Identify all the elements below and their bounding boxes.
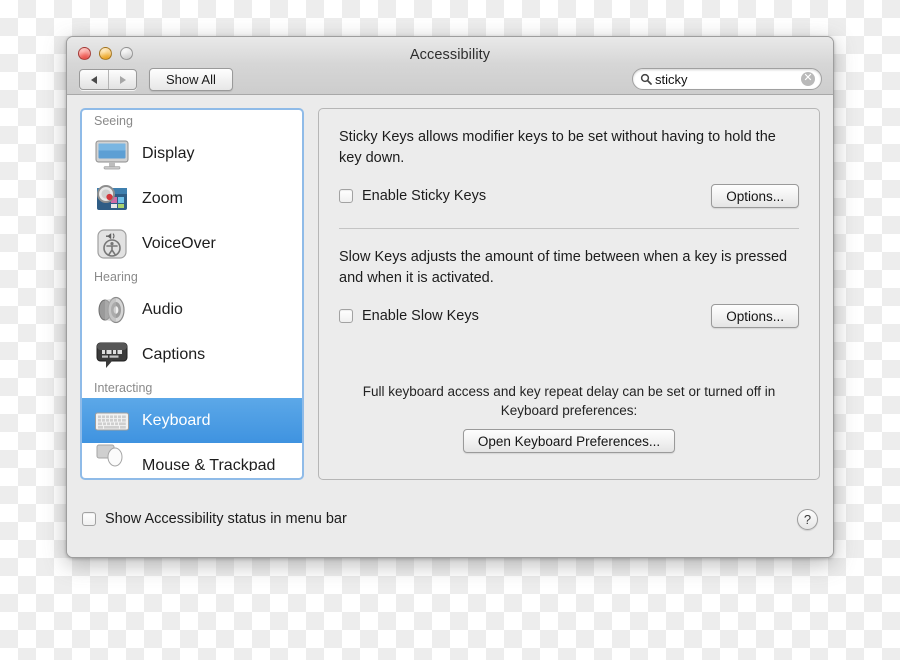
sidebar-item-mouse-trackpad[interactable]: Mouse & Trackpad xyxy=(82,443,302,471)
sidebar-item-captions[interactable]: Captions xyxy=(82,332,302,377)
window-bottom-bar: Show Accessibility status in menu bar ? xyxy=(80,480,820,557)
sidebar-item-label: Zoom xyxy=(142,189,183,207)
sidebar-item-label: VoiceOver xyxy=(142,234,216,252)
sidebar-item-label: Audio xyxy=(142,300,183,318)
show-all-button[interactable]: Show All xyxy=(149,68,233,91)
help-button[interactable]: ? xyxy=(797,508,818,530)
window-title: Accessibility xyxy=(409,47,491,63)
sidebar-item-label: Keyboard xyxy=(142,411,211,429)
keyboard-preferences-note: Full keyboard access and key repeat dela… xyxy=(339,383,799,453)
sticky-keys-controls: Enable Sticky Keys Options... xyxy=(339,184,799,209)
sidebar-item-label: Captions xyxy=(142,345,206,363)
checkbox-label: Enable Sticky Keys xyxy=(362,188,487,205)
slow-keys-description: Slow Keys adjusts the amount of time bet… xyxy=(339,249,788,286)
slow-keys-controls: Enable Slow Keys Options... xyxy=(339,304,799,329)
accessibility-preferences-window: Accessibility Show All sticky ✕ Seeing D… xyxy=(66,36,834,558)
checkbox-box-icon[interactable] xyxy=(82,512,96,526)
sidebar-item-zoom[interactable]: Zoom xyxy=(82,176,302,221)
sidebar-group-header-hearing: Hearing xyxy=(94,270,138,284)
sidebar-item-label: Mouse & Trackpad xyxy=(142,457,276,471)
show-accessibility-status-checkbox[interactable]: Show Accessibility status in menu bar xyxy=(82,511,347,527)
enable-sticky-keys-checkbox[interactable]: Enable Sticky Keys xyxy=(339,188,486,204)
checkbox-label: Show Accessibility status in menu bar xyxy=(105,511,347,527)
sidebar-group-header-interacting: Interacting xyxy=(94,381,153,395)
sidebar-item-label: Display xyxy=(142,144,195,162)
sticky-keys-description: Sticky Keys allows modifier keys to be s… xyxy=(339,129,776,166)
sidebar-item-audio[interactable]: Audio xyxy=(82,287,302,332)
captions-bubble-icon xyxy=(94,337,130,373)
enable-slow-keys-checkbox[interactable]: Enable Slow Keys xyxy=(339,308,479,324)
window-titlebar: Accessibility Show All sticky ✕ xyxy=(67,37,833,95)
slow-keys-options-button[interactable]: Options... xyxy=(711,304,799,329)
category-sidebar[interactable]: Seeing Display Zoom VoiceOver Hearing Au… xyxy=(80,108,304,480)
chevron-left-icon xyxy=(91,75,97,84)
sidebar-item-voiceover[interactable]: VoiceOver xyxy=(82,221,302,266)
keyboard-settings-pane: Sticky Keys allows modifier keys to be s… xyxy=(318,108,820,480)
section-divider xyxy=(339,228,799,230)
search-input-value[interactable]: sticky xyxy=(655,73,801,86)
keyboard-preferences-text: Full keyboard access and key repeat dela… xyxy=(362,384,776,419)
checkbox-box-icon[interactable] xyxy=(339,189,353,204)
search-icon xyxy=(640,73,652,85)
search-field[interactable]: sticky ✕ xyxy=(632,68,822,90)
forward-button[interactable] xyxy=(108,70,136,89)
checkbox-label: Enable Slow Keys xyxy=(362,308,479,325)
open-keyboard-preferences-button[interactable]: Open Keyboard Preferences... xyxy=(462,429,676,453)
audio-speaker-icon xyxy=(94,292,130,328)
sidebar-item-keyboard[interactable]: Keyboard xyxy=(82,398,302,443)
chevron-right-icon xyxy=(119,75,126,84)
mouse-trackpad-icon xyxy=(94,443,130,471)
display-monitor-icon xyxy=(94,136,130,172)
keyboard-icon xyxy=(94,403,130,439)
back-button[interactable] xyxy=(80,70,108,89)
sticky-keys-options-button[interactable]: Options... xyxy=(711,184,799,209)
navigation-segmented-control xyxy=(79,69,137,90)
panels-container: Seeing Display Zoom VoiceOver Hearing Au… xyxy=(80,108,820,480)
window-content: Seeing Display Zoom VoiceOver Hearing Au… xyxy=(67,95,833,557)
checkbox-box-icon[interactable] xyxy=(339,309,353,324)
sidebar-group-header-seeing: Seeing xyxy=(94,114,133,128)
zoom-magnifier-icon xyxy=(94,181,130,217)
voiceover-accessibility-icon xyxy=(94,226,130,262)
sidebar-item-display[interactable]: Display xyxy=(82,131,302,176)
clear-search-icon[interactable]: ✕ xyxy=(801,72,815,86)
